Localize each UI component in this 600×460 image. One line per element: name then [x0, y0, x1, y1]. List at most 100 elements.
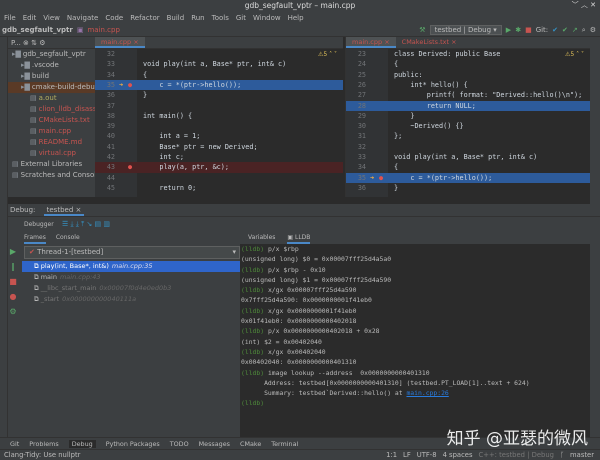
project-tree-item[interactable]: ▤ External Libraries [8, 159, 95, 170]
stack-frame[interactable]: ⧉ main main.cpp:43 [22, 272, 240, 283]
code-line[interactable]: 35 ➜ ● c = *(ptr->hello()); [95, 79, 343, 91]
caret-position[interactable]: 1:1 [386, 451, 397, 459]
thread-select[interactable]: ✔ Thread-1-[testbed] ▾ [24, 246, 240, 259]
git-update-icon[interactable]: ✔ [552, 26, 558, 34]
menu-code[interactable]: Code [105, 14, 123, 22]
menu-refactor[interactable]: Refactor [130, 14, 159, 22]
code-line[interactable]: 45 return 0; [95, 183, 343, 193]
menu-run[interactable]: Run [191, 14, 204, 22]
indent-setting[interactable]: 4 spaces [443, 451, 473, 459]
code-line[interactable]: 23 class Derived: public Base [346, 49, 590, 59]
run-icon[interactable]: ▶ [506, 26, 511, 34]
stack-frame[interactable]: ⧉ __libc_start_main 0x00007f0d4e0ed0b3 [22, 283, 240, 294]
menu-file[interactable]: File [4, 14, 16, 22]
tool-tab-todo[interactable]: TODO [170, 440, 189, 448]
breakpoint-icon[interactable]: ● [128, 162, 132, 172]
code-line[interactable]: 32 [95, 49, 343, 59]
code-line[interactable]: 31}; [346, 131, 590, 141]
code-line[interactable]: 41 Base* ptr = new Derived; [95, 142, 343, 152]
tool-tab-cmake[interactable]: CMake [240, 440, 261, 448]
stack-frame[interactable]: ⧉ _start 0x000000000040111a [22, 294, 240, 305]
code-line[interactable]: 28 return NULL; [346, 100, 590, 111]
menu-view[interactable]: View [43, 14, 60, 22]
breakpoint-icon[interactable]: ● [379, 173, 383, 183]
code-line[interactable]: 36} [346, 183, 590, 193]
tab-variables[interactable]: Variables [248, 231, 275, 244]
code-line[interactable]: 37 [95, 101, 343, 111]
project-tree-item[interactable]: ▤ CMakeLists.txt [8, 115, 95, 126]
build-icon[interactable]: ⚒ [419, 26, 425, 34]
project-tree-item[interactable]: ▤ README.md [8, 137, 95, 148]
step-icons[interactable]: ☰ ⤓ ⤓ ⤒ ↘ ▤ ▥ [62, 220, 110, 228]
warnings-indicator[interactable]: ⚠5 ˄ ˅ [565, 51, 584, 58]
menu-window[interactable]: Window [253, 14, 281, 22]
code-line[interactable]: 44 [95, 173, 343, 183]
code-line[interactable]: 26 int* hello() { [346, 80, 590, 90]
window-controls[interactable]: ﹀ ︿ ✕ [572, 0, 596, 10]
tab-lldb[interactable]: ▣ LLDB [287, 231, 311, 244]
tool-tab-git[interactable]: Git [10, 440, 19, 448]
code-line[interactable]: 33 void play(int a, Base* ptr, int& c) [346, 152, 590, 162]
project-view-selector[interactable]: P... [11, 39, 21, 47]
tab-main-cpp[interactable]: main.cpp × [95, 37, 145, 48]
debug-icon[interactable]: ✱ [515, 26, 521, 34]
code-line[interactable]: 35 ➜ ● c = *(ptr->hello()); [346, 172, 590, 183]
project-tree-item[interactable]: ▸▇ cmake-build-debug [8, 82, 95, 93]
breakpoint-icon[interactable]: ● [128, 80, 132, 90]
project-tree-item[interactable]: ▸▇ build [8, 71, 95, 82]
debug-side-actions[interactable]: ▶ ‖ ■ ● ⚙ [8, 244, 18, 319]
code-line[interactable]: 42 int c; [95, 152, 343, 162]
tool-tab-messages[interactable]: Messages [199, 440, 230, 448]
project-tree-item[interactable]: ▤ virtual.cpp [8, 148, 95, 159]
git-branch[interactable]: master [570, 451, 594, 459]
code-line[interactable]: 30 ~Derived() {} [346, 121, 590, 131]
tool-tab-terminal[interactable]: Terminal [271, 440, 298, 448]
tool-tab-python-packages[interactable]: Python Packages [106, 440, 160, 448]
warnings-indicator[interactable]: ⚠5 ˄ ˅ [318, 51, 337, 58]
project-tree-item[interactable]: ▤clion_lldb_disassem [8, 104, 95, 115]
project-tree-item[interactable]: ▤Scratches and Consoles [8, 170, 95, 181]
code-line[interactable]: 32 [346, 142, 590, 152]
git-push-icon[interactable]: ↗ [572, 26, 578, 34]
tab-console[interactable]: Console [56, 231, 80, 244]
search-icon[interactable]: ⌕ [582, 26, 586, 35]
lldb-console[interactable]: (lldb) p/x $rbp (unsigned long) $0 = 0x00… [240, 244, 590, 437]
code-line[interactable]: 24 { [346, 59, 590, 69]
tool-tab-problems[interactable]: Problems [29, 440, 58, 448]
menu-tools[interactable]: Tools [212, 14, 229, 22]
tab-main-cpp[interactable]: main.cpp × [346, 37, 396, 48]
tab-cmakelists[interactable]: CMakeLists.txt × [396, 37, 463, 48]
code-line[interactable]: 39 [95, 121, 343, 131]
source-link[interactable]: main.cpp:26 [406, 389, 448, 397]
debug-session-tab[interactable]: testbed × [43, 206, 85, 216]
debugger-tab[interactable]: Debugger [24, 221, 54, 228]
tool-tab-debug[interactable]: Debug [68, 439, 96, 448]
run-config-select[interactable]: testbed | Debug ▾ [429, 25, 502, 35]
code-line[interactable]: 33 void play(int a, Base* ptr, int& c) [95, 59, 343, 69]
project-tree-item[interactable]: ▸▇ .vscode [8, 60, 95, 71]
code-line[interactable]: 40 int a = 1; [95, 131, 343, 141]
menu-edit[interactable]: Edit [23, 14, 37, 22]
menu-navigate[interactable]: Navigate [67, 14, 98, 22]
menu-git[interactable]: Git [236, 14, 246, 22]
code-line[interactable]: 29 } [346, 111, 590, 121]
project-tree-item[interactable]: ▤ main.cpp [8, 126, 95, 137]
file-encoding[interactable]: UTF-8 [417, 451, 437, 459]
code-line[interactable]: 25 public: [346, 70, 590, 80]
menu-help[interactable]: Help [288, 14, 304, 22]
tab-frames[interactable]: Frames [24, 231, 46, 244]
code-line[interactable]: 36} [95, 90, 343, 100]
code-line[interactable]: 27 printf( format: "Derived::hello()\n")… [346, 90, 590, 100]
git-commit-icon[interactable]: ✔ [562, 26, 568, 34]
menu-build[interactable]: Build [167, 14, 185, 22]
code-line[interactable]: 43 ● play(a, ptr, &c); [95, 162, 343, 173]
gear-icon[interactable]: ⚙ [590, 26, 596, 34]
code-line[interactable]: 38 int main() { [95, 111, 343, 121]
stop-icon[interactable]: ■ [525, 26, 532, 34]
code-line[interactable]: 34 { [346, 162, 590, 172]
resolve-context[interactable]: C++: testbed | Debug [479, 451, 554, 459]
project-tree-item[interactable]: ▸▇ gdb_segfault_vptr [8, 49, 95, 60]
breadcrumb-file[interactable]: main.cpp [87, 26, 119, 34]
code-line[interactable]: 34 { [95, 70, 343, 80]
breadcrumb-project[interactable]: gdb_segfault_vptr [2, 26, 73, 34]
